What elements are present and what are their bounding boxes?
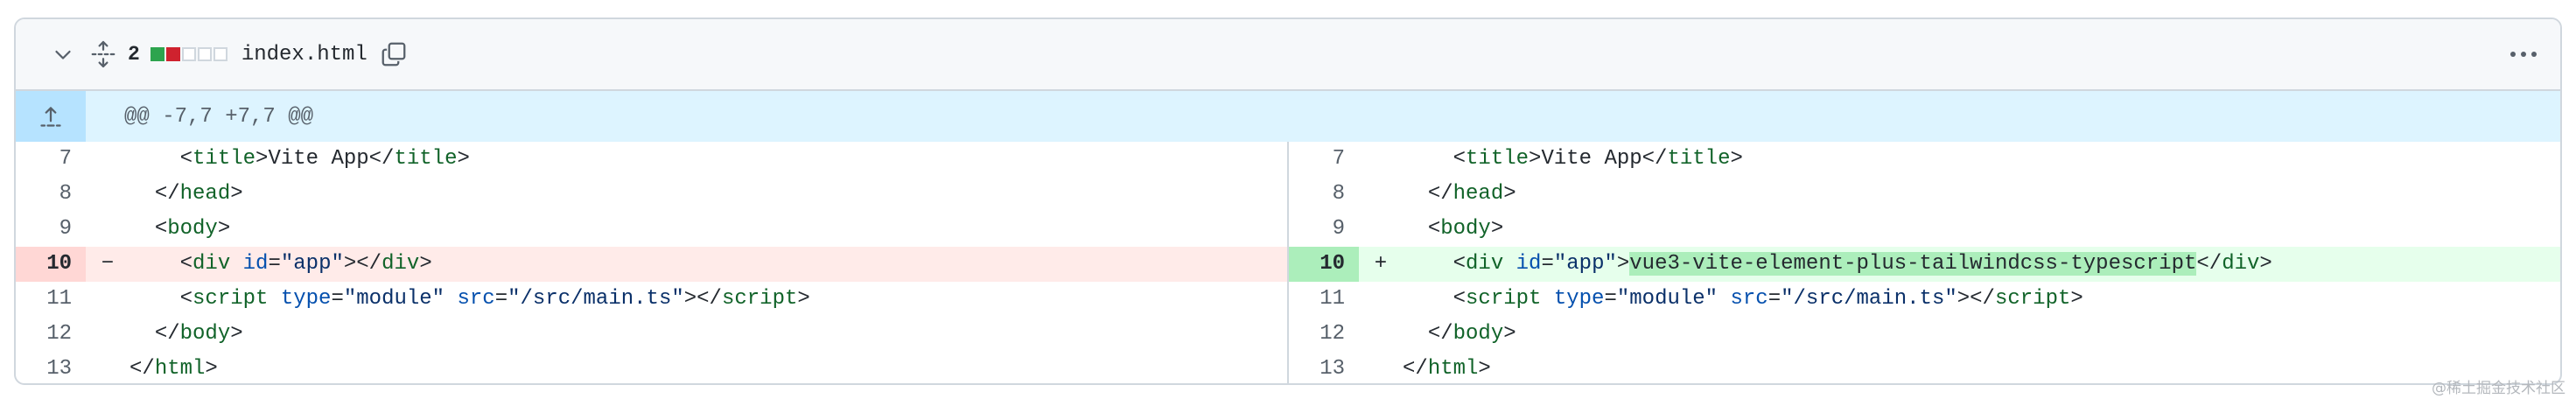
kebab-horizontal-icon[interactable]	[2504, 37, 2543, 72]
line-number[interactable]: 8	[16, 177, 72, 212]
code-content: </head>	[1427, 182, 1516, 206]
line-number[interactable]: 9	[1289, 212, 1345, 247]
fold-up-icon[interactable]	[16, 91, 86, 142]
split-diff: 7 <title>Vite App</title> 8 </head> 9 <b…	[16, 142, 2560, 383]
diff-marker	[1359, 142, 1403, 177]
diff-line: 7 <title>Vite App</title>	[1289, 142, 2560, 177]
line-number[interactable]: 13	[1289, 352, 1345, 383]
code-content: </html>	[1403, 357, 1491, 381]
diff-marker	[86, 282, 130, 317]
code-content: <body>	[154, 217, 231, 241]
chevron-down-icon[interactable]	[46, 37, 80, 72]
diffstat-neutral-square	[181, 47, 196, 61]
diffstat-neutral-square	[213, 47, 228, 61]
diffstat	[150, 47, 228, 61]
code-content: <script type="module" src="/src/main.ts"…	[179, 287, 810, 311]
unfold-icon[interactable]	[86, 37, 121, 72]
diff-line: 8 </head>	[1289, 177, 2560, 212]
diff-line: 12 </body>	[16, 317, 1287, 352]
line-number[interactable]: 12	[16, 317, 72, 352]
diff-line: 9 <body>	[1289, 212, 2560, 247]
diff-marker	[1359, 212, 1403, 247]
diff-line: 12 </body>	[1289, 317, 2560, 352]
diff-line-deleted: 10 − <div id="app"></div>	[16, 247, 1287, 282]
code-content: </body>	[1427, 322, 1516, 346]
changes-count: 2	[128, 43, 140, 66]
diff-marker	[86, 352, 130, 383]
diff-marker	[86, 142, 130, 177]
code-content: <title>Vite App</title>	[1452, 147, 1743, 171]
copy-icon[interactable]	[376, 37, 411, 72]
code-content: </head>	[154, 182, 243, 206]
diff-marker	[1359, 282, 1403, 317]
diff-line: 13 </html>	[16, 352, 1287, 383]
line-number[interactable]: 7	[16, 142, 72, 177]
diff-marker	[86, 212, 130, 247]
added-text-highlight: vue3-vite-element-plus-tailwindcss-types…	[1629, 252, 2197, 276]
code-content: </body>	[154, 322, 243, 346]
line-number[interactable]: 7	[1289, 142, 1345, 177]
code-content: </html>	[130, 357, 218, 381]
diffstat-added-square	[150, 47, 164, 61]
code-content: <script type="module" src="/src/main.ts"…	[1452, 287, 2083, 311]
diff-line: 8 </head>	[16, 177, 1287, 212]
diff-line: 9 <body>	[16, 212, 1287, 247]
diff-marker	[1359, 317, 1403, 352]
line-number[interactable]: 8	[1289, 177, 1345, 212]
diff-file-container: 2 index.html @@ -7,7 +7,7 @@ 7 <title>Vi…	[14, 18, 2562, 385]
diff-marker	[1359, 177, 1403, 212]
line-number[interactable]: 10	[16, 247, 72, 282]
line-number[interactable]: 11	[1289, 282, 1345, 317]
diff-right-side: 7 <title>Vite App</title> 8 </head> 9 <b…	[1289, 142, 2560, 383]
file-name-link[interactable]: index.html	[242, 43, 368, 66]
diff-marker	[86, 177, 130, 212]
hunk-header-row: @@ -7,7 +7,7 @@	[16, 91, 2560, 142]
line-number[interactable]: 10	[1289, 247, 1345, 282]
line-number[interactable]: 12	[1289, 317, 1345, 352]
line-number[interactable]: 9	[16, 212, 72, 247]
code-content: <body>	[1427, 217, 1504, 241]
code-content: <div id="app">vue3-vite-element-plus-tai…	[1452, 252, 2272, 276]
diff-line: 7 <title>Vite App</title>	[16, 142, 1287, 177]
line-number[interactable]: 11	[16, 282, 72, 317]
diff-marker-added: +	[1374, 252, 1388, 276]
file-header: 2 index.html	[16, 19, 2560, 91]
diffstat-deleted-square	[165, 47, 180, 61]
diff-marker	[86, 317, 130, 352]
line-number[interactable]: 13	[16, 352, 72, 383]
diff-line-added: 10 + <div id="app">vue3-vite-element-plu…	[1289, 247, 2560, 282]
code-content: <div id="app"></div>	[179, 252, 432, 276]
hunk-header: @@ -7,7 +7,7 @@	[124, 104, 314, 129]
diff-line: 11 <script type="module" src="/src/main.…	[16, 282, 1287, 317]
diff-line: 11 <script type="module" src="/src/main.…	[1289, 282, 2560, 317]
diff-left-side: 7 <title>Vite App</title> 8 </head> 9 <b…	[16, 142, 1289, 383]
diff-line: 13 </html>	[1289, 352, 2560, 383]
code-content: <title>Vite App</title>	[179, 147, 470, 171]
diff-marker-deleted: −	[101, 252, 115, 276]
diff-marker	[1359, 352, 1403, 383]
diffstat-neutral-square	[197, 47, 212, 61]
watermark: @稀土掘金技术社区	[2432, 380, 2566, 397]
